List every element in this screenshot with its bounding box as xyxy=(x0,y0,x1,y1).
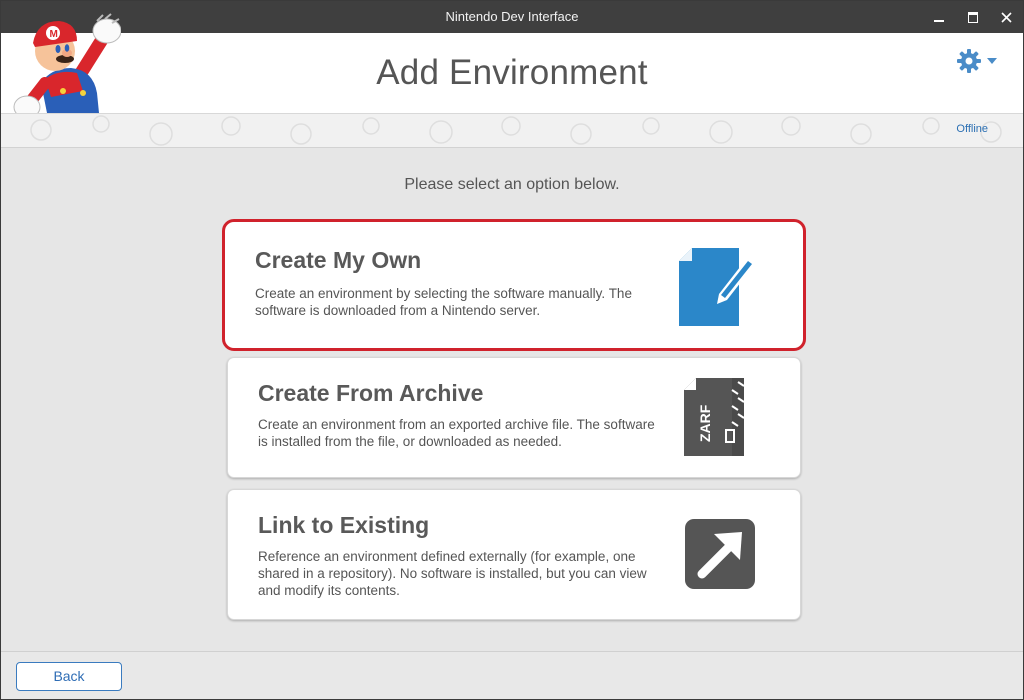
option-description: Create an environment by selecting the s… xyxy=(255,286,632,318)
instructions-text: Please select an option below. xyxy=(404,176,620,193)
option-title: Create From Archive xyxy=(258,380,484,406)
gear-icon xyxy=(957,49,981,73)
close-button[interactable] xyxy=(989,1,1023,33)
minimize-icon xyxy=(934,20,944,22)
option-description: Create an environment from an exported a… xyxy=(258,417,655,449)
chevron-down-icon xyxy=(987,58,997,64)
option-create-my-own[interactable]: Create My Own Create an environment by s… xyxy=(222,219,806,351)
settings-menu-button[interactable] xyxy=(956,48,1000,74)
option-description: Reference an environment defined externa… xyxy=(258,549,647,598)
external-link-icon xyxy=(685,519,755,589)
window-title: Nintendo Dev Interface xyxy=(445,9,579,24)
mario-pattern-decoration xyxy=(30,115,1002,146)
mario-mascot-image: M xyxy=(13,13,121,119)
svg-text:M: M xyxy=(50,29,58,40)
maximize-button[interactable] xyxy=(956,1,990,33)
header: Add Environment xyxy=(1,33,1023,113)
edit-document-icon xyxy=(679,248,761,326)
close-icon xyxy=(1000,11,1012,23)
option-create-from-archive[interactable]: Create From Archive Create an environmen… xyxy=(227,357,801,478)
minimize-button[interactable] xyxy=(922,1,956,33)
page-title: Add Environment xyxy=(376,53,648,92)
footer-bar: Back xyxy=(1,651,1023,699)
back-button[interactable]: Back xyxy=(16,662,122,691)
app-window: Nintendo Dev Interface Add Environment M… xyxy=(0,0,1024,700)
zip-archive-icon: ZARF xyxy=(684,378,745,456)
maximize-icon xyxy=(968,11,978,23)
header-pattern-strip: Offline xyxy=(1,113,1023,148)
connection-status-link[interactable]: Offline xyxy=(956,123,988,135)
title-bar: Nintendo Dev Interface xyxy=(1,1,1023,33)
option-title: Create My Own xyxy=(255,247,422,273)
option-link-to-existing[interactable]: Link to Existing Reference an environmen… xyxy=(227,489,801,620)
archive-icon-label: ZARF xyxy=(697,404,713,442)
option-title: Link to Existing xyxy=(258,512,430,538)
